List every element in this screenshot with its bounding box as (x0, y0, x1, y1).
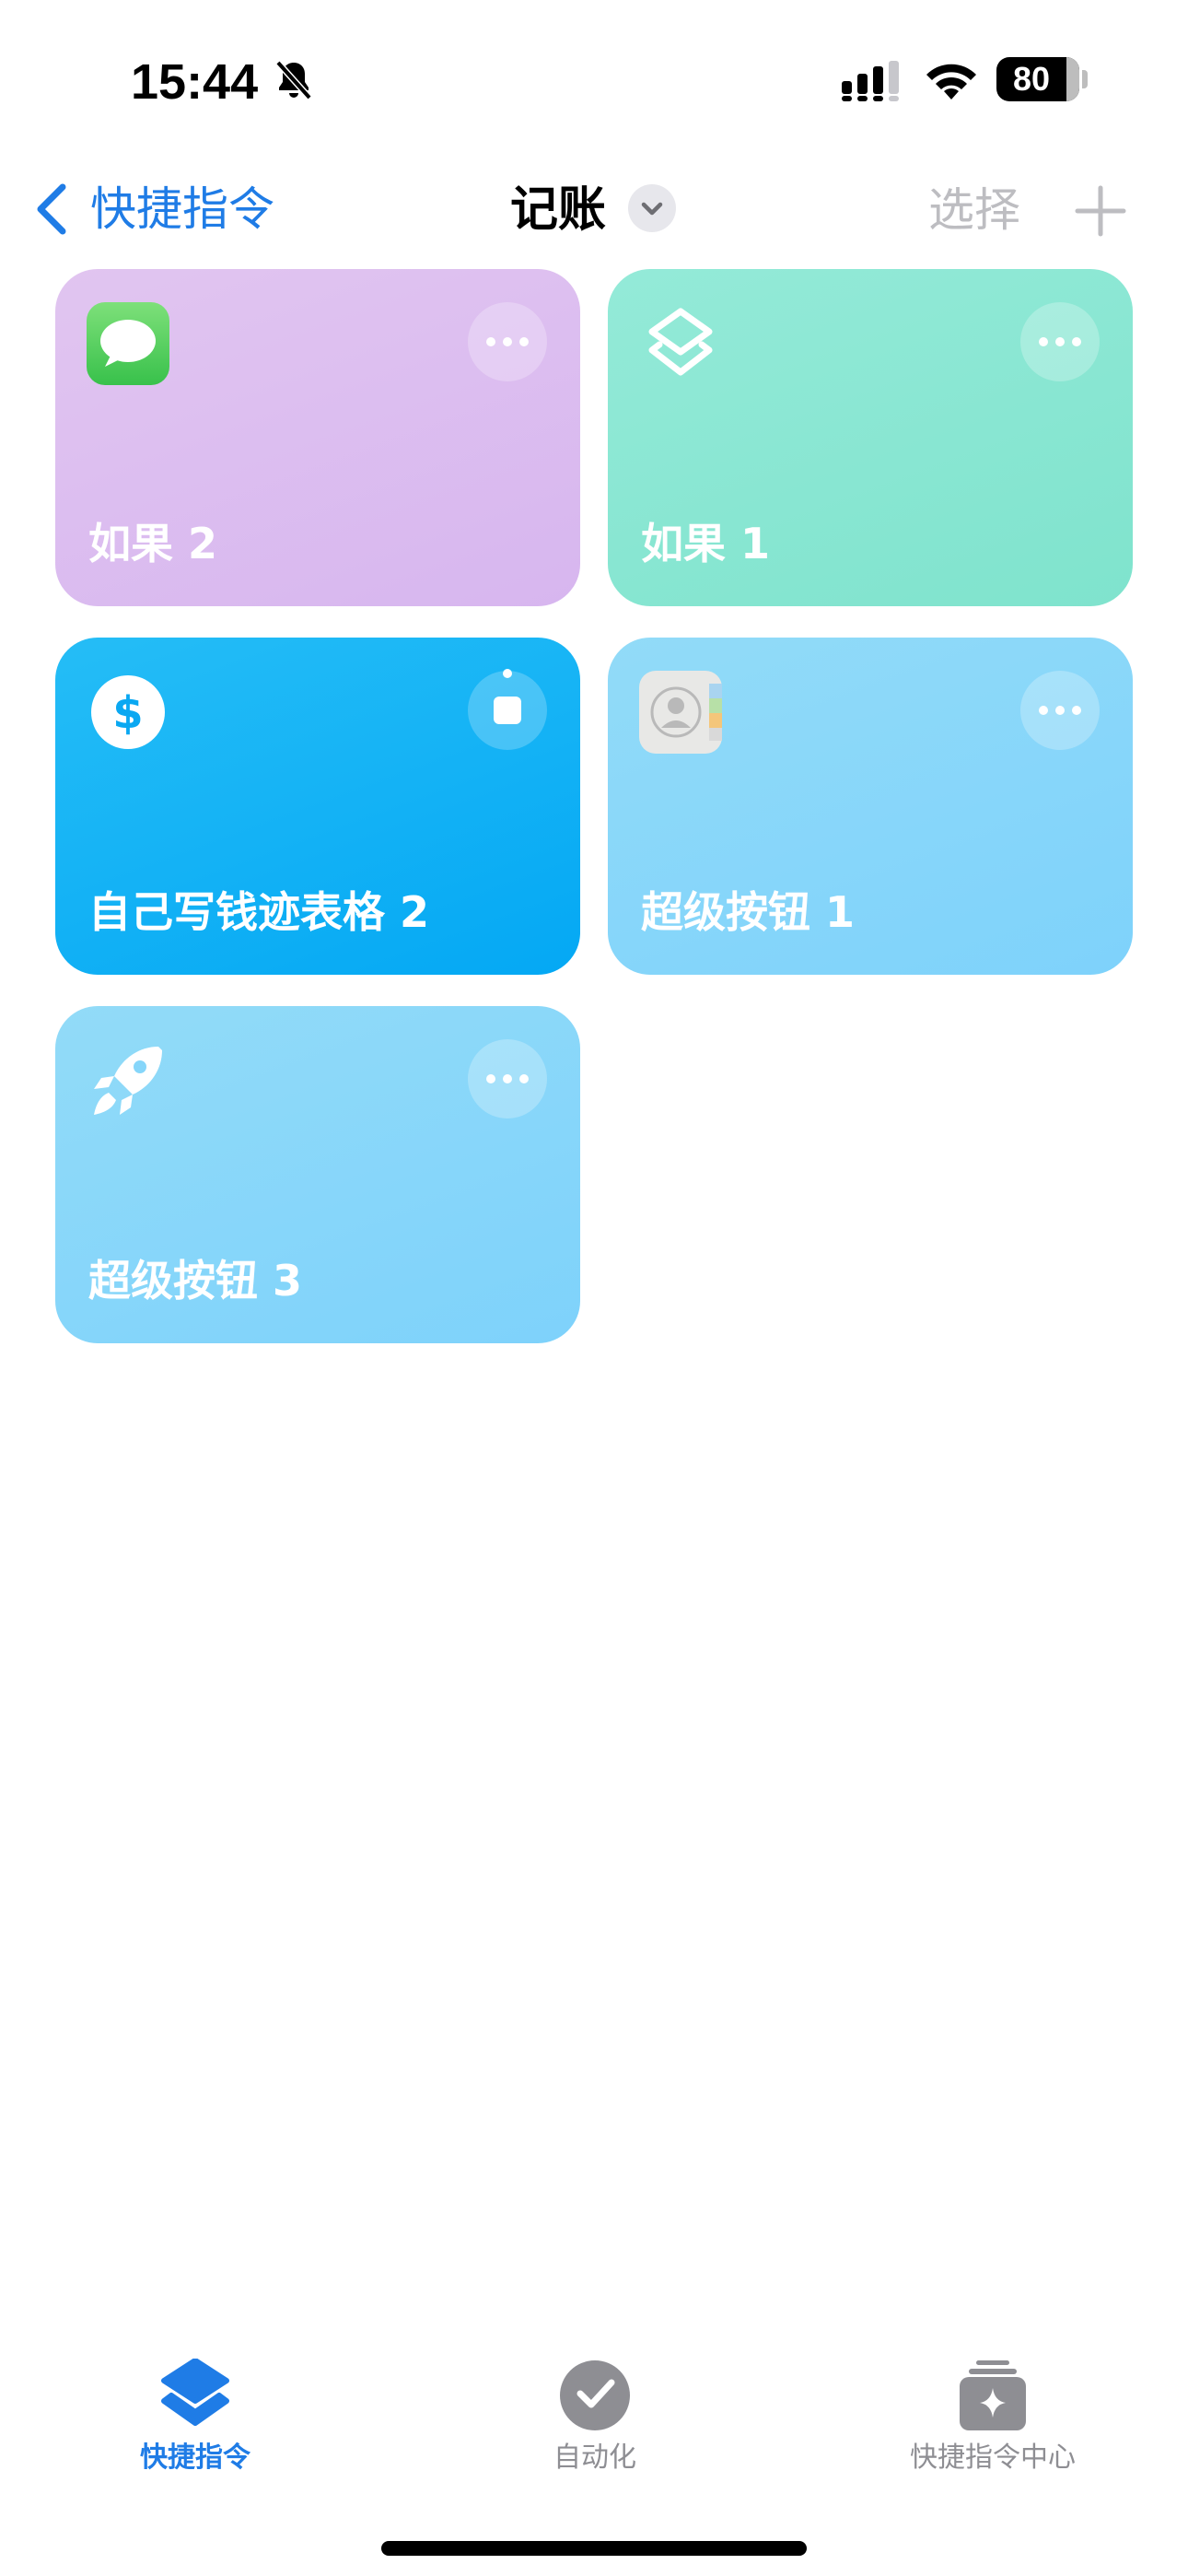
home-indicator[interactable] (381, 2541, 807, 2556)
battery-percentage: 80 (1012, 60, 1051, 98)
shortcut-label: 如果 2 (88, 519, 218, 568)
contacts-app-icon (639, 671, 722, 754)
shortcut-tile[interactable]: 超级按钮 1 (608, 638, 1133, 975)
tab-label: 快捷指令中心 (910, 2441, 1076, 2474)
tab-automation[interactable]: 自动化 (457, 2359, 733, 2476)
shortcut-tile[interactable]: 超级按钮 3 (55, 1006, 580, 1343)
wifi-icon (926, 64, 976, 100)
layers-icon (648, 308, 713, 376)
shortcut-label: 自己写钱迹表格 2 (88, 887, 430, 937)
tab-label: 快捷指令 (140, 2441, 250, 2474)
ellipsis-icon (486, 1074, 529, 1083)
more-button[interactable] (1020, 302, 1100, 381)
ellipsis-icon (486, 337, 529, 346)
more-button[interactable] (468, 1039, 547, 1118)
ellipsis-icon (1039, 706, 1081, 715)
tab-gallery[interactable]: 快捷指令中心 (855, 2359, 1131, 2476)
automation-check-icon (560, 2360, 630, 2430)
title-menu-button[interactable] (628, 184, 676, 232)
status-time: 15:44 (131, 54, 259, 110)
chevron-left-icon (37, 183, 66, 235)
shortcut-tile[interactable]: $ 自己写钱迹表格 2 (55, 638, 580, 975)
plus-icon[interactable] (1074, 184, 1127, 238)
chevron-down-icon (641, 202, 663, 216)
shortcut-label: 如果 1 (641, 519, 771, 568)
shortcuts-folder-screen: 15:44 80 快捷指令 记账 选择 如果 2 如果 1 $ 自己写钱迹表格 … (0, 0, 1188, 2576)
battery-icon: 80 (996, 57, 1079, 101)
shortcuts-stack-icon (161, 2359, 229, 2426)
rocket-icon (94, 1047, 162, 1115)
shortcut-label: 超级按钮 3 (88, 1256, 303, 1306)
bell-slash-icon (275, 60, 312, 100)
battery-cap (1082, 70, 1088, 88)
folder-title[interactable]: 记账 (510, 177, 606, 243)
more-button[interactable] (1020, 671, 1100, 750)
ellipsis-icon (1039, 337, 1081, 346)
select-button[interactable]: 选择 (928, 177, 1020, 243)
shortcut-tile[interactable]: 如果 2 (55, 269, 580, 606)
stop-running-button[interactable] (468, 669, 547, 750)
back-label: 快捷指令 (90, 182, 274, 236)
back-button[interactable]: 快捷指令 (33, 175, 274, 243)
shortcut-label: 超级按钮 1 (641, 887, 856, 937)
svg-text:$: $ (112, 687, 143, 739)
tab-label: 自动化 (553, 2441, 636, 2474)
gallery-sparkle-icon (960, 2360, 1026, 2430)
stop-icon (494, 697, 521, 724)
dollar-sign-icon: $ (91, 675, 165, 749)
cellular-signal-icon (842, 61, 899, 101)
shortcut-tile[interactable]: 如果 1 (608, 269, 1133, 606)
progress-indicator (503, 669, 512, 678)
messages-app-icon (87, 302, 169, 385)
more-button[interactable] (468, 302, 547, 381)
tab-shortcuts[interactable]: 快捷指令 (57, 2359, 333, 2476)
